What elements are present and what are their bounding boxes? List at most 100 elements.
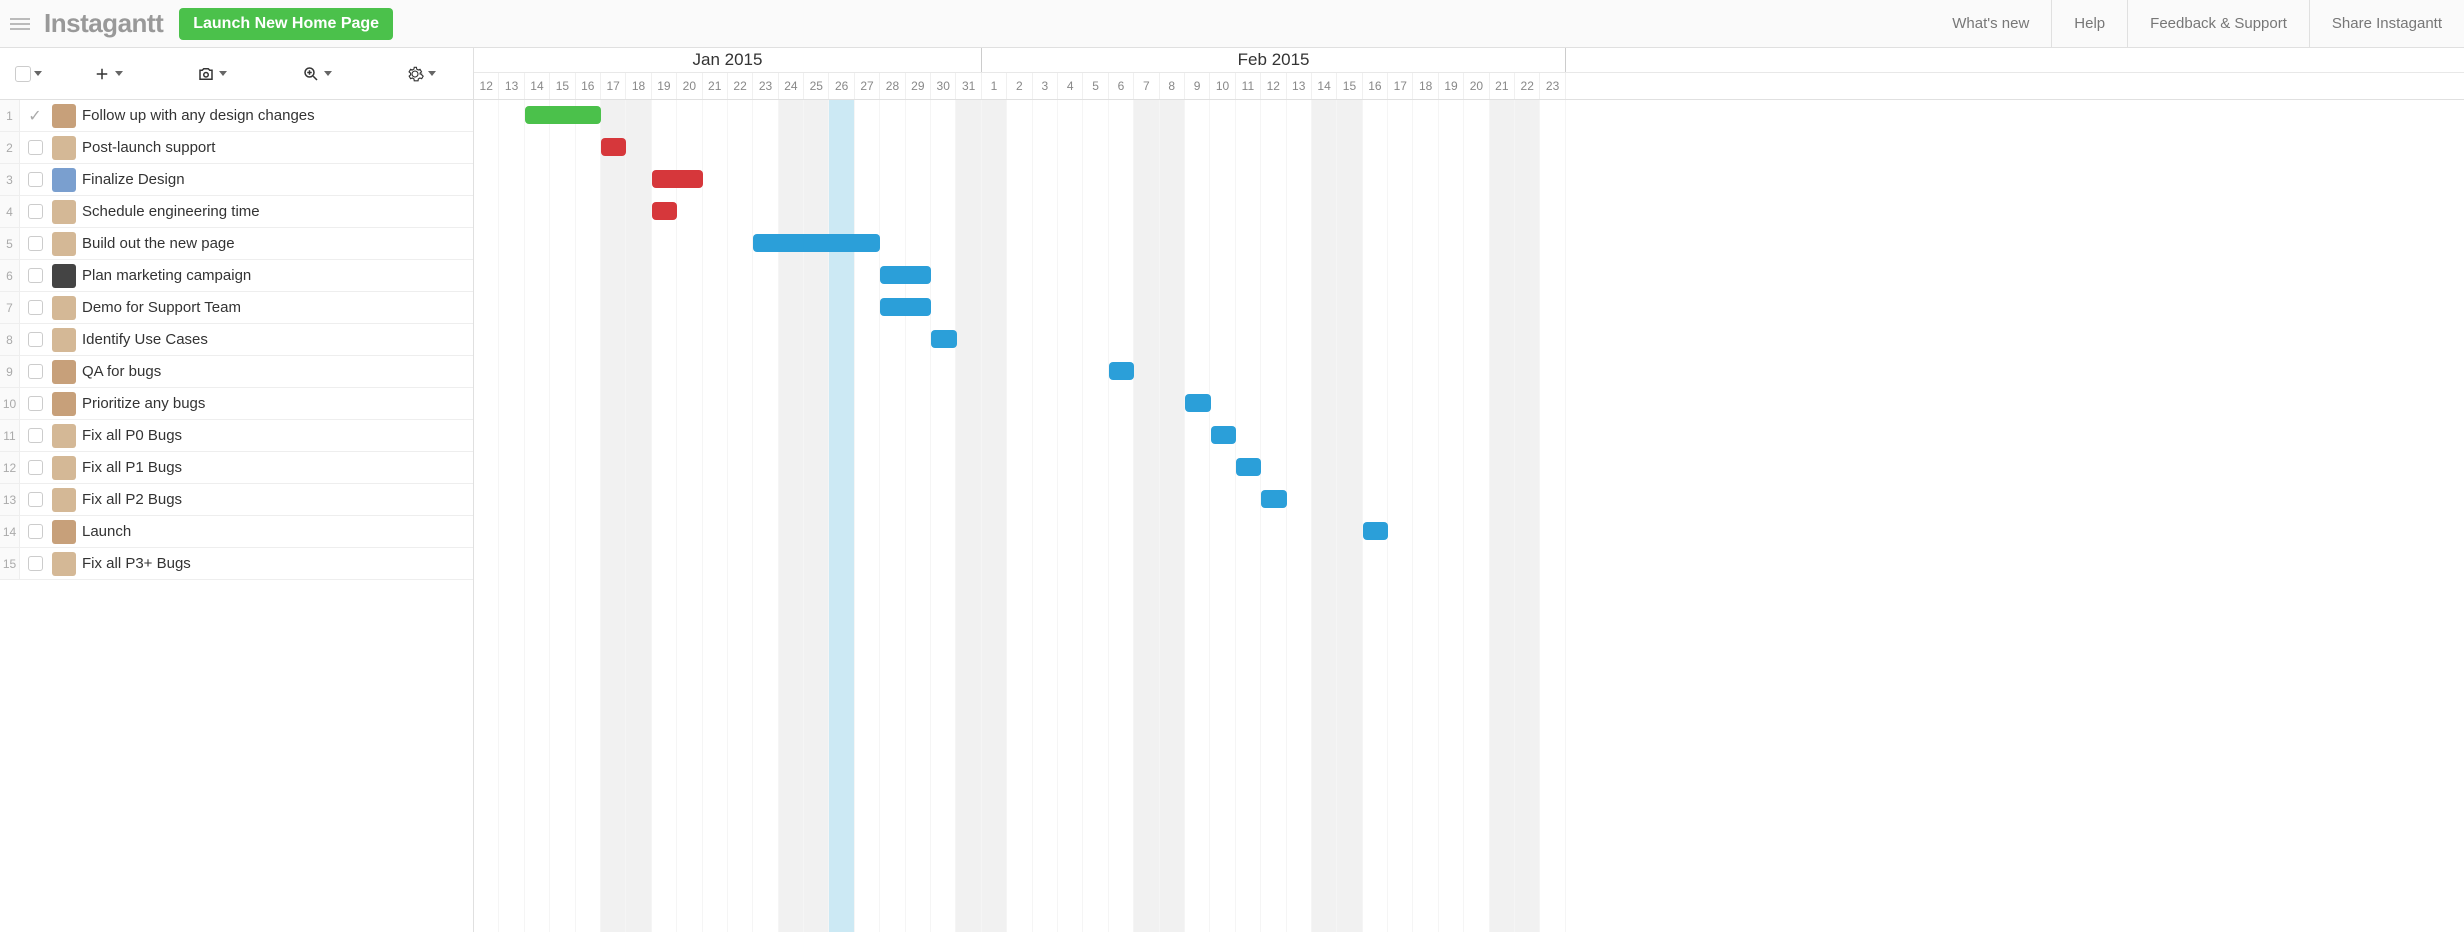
task-checkbox[interactable] [20, 140, 50, 155]
nav-share[interactable]: Share Instagantt [2309, 0, 2464, 48]
task-checkbox[interactable] [20, 492, 50, 507]
task-row[interactable]: 15Fix all P3+ Bugs [0, 548, 473, 580]
task-row[interactable]: 3Finalize Design [0, 164, 473, 196]
task-checkbox[interactable] [20, 204, 50, 219]
assignee-avatar[interactable] [52, 520, 76, 544]
gantt-row [474, 292, 2464, 324]
task-bar[interactable] [1363, 522, 1388, 540]
assignee-avatar[interactable] [52, 264, 76, 288]
nav-whats-new[interactable]: What's new [1930, 0, 2051, 48]
assignee-avatar[interactable] [52, 456, 76, 480]
assignee-avatar[interactable] [52, 296, 76, 320]
assignee-avatar[interactable] [52, 328, 76, 352]
assignee-avatar[interactable] [52, 360, 76, 384]
task-bar[interactable] [1236, 458, 1261, 476]
snapshot-button[interactable] [160, 65, 264, 83]
assignee-avatar[interactable] [52, 136, 76, 160]
month-label: Feb 2015 [982, 48, 1566, 72]
task-title: Fix all P2 Bugs [82, 491, 473, 508]
task-bar[interactable] [931, 330, 956, 348]
task-row[interactable]: 12Fix all P1 Bugs [0, 452, 473, 484]
row-number: 11 [0, 420, 20, 451]
assignee-avatar[interactable] [52, 232, 76, 256]
task-title: Fix all P3+ Bugs [82, 555, 473, 572]
task-checkbox[interactable] [20, 524, 50, 539]
day-label: 20 [677, 73, 702, 99]
task-row[interactable]: 11Fix all P0 Bugs [0, 420, 473, 452]
day-label: 3 [1033, 73, 1058, 99]
gantt-chart[interactable] [474, 100, 2464, 932]
day-label: 16 [1363, 73, 1388, 99]
day-label: 1 [982, 73, 1007, 99]
task-checkbox[interactable] [20, 172, 50, 187]
task-row[interactable]: 2Post-launch support [0, 132, 473, 164]
task-checkbox[interactable] [20, 460, 50, 475]
task-checkbox[interactable] [20, 556, 50, 571]
row-number: 5 [0, 228, 20, 259]
task-bar[interactable] [1261, 490, 1286, 508]
gantt-row [474, 452, 2464, 484]
assignee-avatar[interactable] [52, 552, 76, 576]
assignee-avatar[interactable] [52, 424, 76, 448]
day-label: 22 [728, 73, 753, 99]
task-checkbox[interactable] [20, 332, 50, 347]
row-number: 9 [0, 356, 20, 387]
task-row[interactable]: 10Prioritize any bugs [0, 388, 473, 420]
task-checkbox[interactable]: ✓ [20, 106, 50, 126]
task-checkbox[interactable] [20, 268, 50, 283]
task-row[interactable]: 1✓Follow up with any design changes [0, 100, 473, 132]
zoom-icon [302, 65, 320, 83]
task-checkbox[interactable] [20, 364, 50, 379]
task-row[interactable]: 7Demo for Support Team [0, 292, 473, 324]
assignee-avatar[interactable] [52, 392, 76, 416]
task-bar[interactable] [652, 202, 677, 220]
launch-project-button[interactable]: Launch New Home Page [179, 8, 393, 40]
add-button[interactable] [56, 65, 160, 83]
task-bar[interactable] [525, 106, 601, 124]
day-label: 21 [1490, 73, 1515, 99]
select-all-checkbox[interactable] [0, 66, 56, 82]
task-bar[interactable] [880, 298, 931, 316]
task-checkbox[interactable] [20, 428, 50, 443]
day-label: 20 [1464, 73, 1489, 99]
day-label: 29 [906, 73, 931, 99]
task-row[interactable]: 14Launch [0, 516, 473, 548]
nav-help[interactable]: Help [2051, 0, 2127, 48]
gantt-row [474, 356, 2464, 388]
task-bar[interactable] [880, 266, 931, 284]
task-row[interactable]: 8Identify Use Cases [0, 324, 473, 356]
gantt-row [474, 100, 2464, 132]
day-label: 23 [1540, 73, 1565, 99]
assignee-avatar[interactable] [52, 104, 76, 128]
task-checkbox[interactable] [20, 300, 50, 315]
task-bar[interactable] [652, 170, 703, 188]
check-icon: ✓ [28, 106, 41, 126]
task-bar[interactable] [753, 234, 880, 252]
zoom-button[interactable] [265, 65, 369, 83]
task-row[interactable]: 5 Build out the new page [0, 228, 473, 260]
task-title: Build out the new page [82, 235, 473, 252]
day-label: 2 [1007, 73, 1032, 99]
settings-button[interactable] [369, 65, 473, 83]
task-bar[interactable] [601, 138, 626, 156]
task-row[interactable]: 4Schedule engineering time [0, 196, 473, 228]
task-row[interactable]: 9QA for bugs [0, 356, 473, 388]
task-row[interactable]: 6Plan marketing campaign [0, 260, 473, 292]
menu-icon[interactable] [0, 18, 40, 30]
task-bar[interactable] [1109, 362, 1134, 380]
brand-logo: Instagantt [44, 8, 163, 39]
assignee-avatar[interactable] [52, 488, 76, 512]
task-bar[interactable] [1185, 394, 1210, 412]
day-label: 4 [1058, 73, 1083, 99]
task-checkbox[interactable] [20, 396, 50, 411]
assignee-avatar[interactable] [52, 168, 76, 192]
gantt-row [474, 260, 2464, 292]
assignee-avatar[interactable] [52, 200, 76, 224]
task-bar[interactable] [1211, 426, 1236, 444]
nav-feedback[interactable]: Feedback & Support [2127, 0, 2309, 48]
task-checkbox[interactable] [20, 236, 50, 251]
gantt-row [474, 484, 2464, 516]
task-title: Follow up with any design changes [82, 107, 473, 124]
task-row[interactable]: 13Fix all P2 Bugs [0, 484, 473, 516]
gantt-row [474, 324, 2464, 356]
